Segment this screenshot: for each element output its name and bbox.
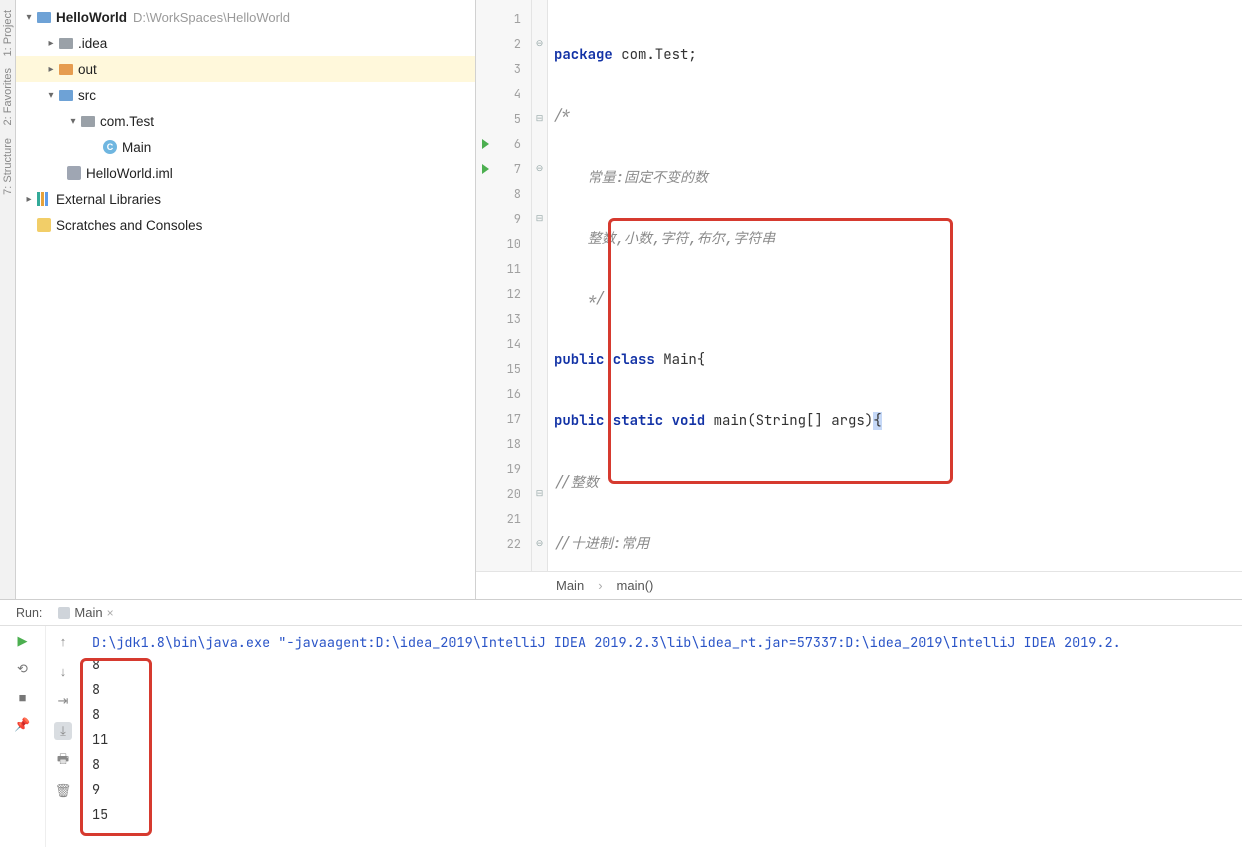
iml-icon bbox=[66, 165, 82, 181]
scratches-icon bbox=[36, 217, 52, 233]
console-output-line: 8 bbox=[92, 702, 1230, 727]
console-output[interactable]: D:\jdk1.8\bin\java.exe "-javaagent:D:\id… bbox=[80, 626, 1242, 847]
console-output-line: 8 bbox=[92, 677, 1230, 702]
tree-node-main-class[interactable]: C Main bbox=[16, 134, 475, 160]
run-tab[interactable]: Main × bbox=[52, 603, 119, 622]
console-output-line: 8 bbox=[92, 752, 1230, 777]
console-command-line: D:\jdk1.8\bin\java.exe "-javaagent:D:\id… bbox=[92, 634, 1230, 652]
source-folder-icon bbox=[58, 87, 74, 103]
run-config-icon bbox=[58, 607, 70, 619]
run-toolbar-secondary: ↑ ↓ ⇥ ⤓ 🖶 🗑 bbox=[46, 626, 80, 847]
breadcrumb-method[interactable]: main() bbox=[617, 578, 654, 593]
chevron-right-icon: › bbox=[598, 578, 602, 593]
editor-pane: 12345 678910 1112131415 1617181920 2122 … bbox=[476, 0, 1242, 599]
chevron-down-icon[interactable]: ▾ bbox=[22, 10, 36, 24]
soft-wrap-button[interactable]: ⇥ bbox=[54, 692, 72, 710]
tree-node-scratches[interactable]: Scratches and Consoles bbox=[16, 212, 475, 238]
sidebar-tab-structure[interactable]: 7: Structure bbox=[2, 138, 14, 195]
tree-node-out[interactable]: ▸ out bbox=[16, 56, 475, 82]
run-panel-header: Run: Main × bbox=[0, 600, 1242, 626]
tree-label: HelloWorld bbox=[56, 10, 127, 25]
run-label: Run: bbox=[16, 606, 42, 620]
console-output-line: 9 bbox=[92, 777, 1230, 802]
close-icon[interactable]: × bbox=[107, 606, 114, 620]
run-toolbar-primary: ▶ ⟲ ■ 📌 bbox=[0, 626, 46, 847]
class-icon: C bbox=[102, 139, 118, 155]
chevron-right-icon[interactable]: ▸ bbox=[44, 36, 58, 50]
scroll-to-end-button[interactable]: ⤓ bbox=[54, 722, 72, 740]
run-button[interactable]: ▶ bbox=[14, 632, 32, 650]
breadcrumb-class[interactable]: Main bbox=[556, 578, 584, 593]
tree-node-src[interactable]: ▾ src bbox=[16, 82, 475, 108]
tree-node-external-libs[interactable]: ▸ External Libraries bbox=[16, 186, 475, 212]
sidebar-tab-favorites[interactable]: 2: Favorites bbox=[2, 68, 14, 125]
module-icon bbox=[36, 9, 52, 25]
chevron-down-icon[interactable]: ▾ bbox=[66, 114, 80, 128]
clear-button[interactable]: 🗑 bbox=[54, 782, 72, 800]
tree-node-package[interactable]: ▾ com.Test bbox=[16, 108, 475, 134]
sidebar-tab-project[interactable]: 1: Project bbox=[2, 10, 14, 56]
pin-button[interactable]: 📌 bbox=[14, 716, 32, 734]
chevron-right-icon[interactable]: ▸ bbox=[22, 192, 36, 206]
tree-node-idea[interactable]: ▸ .idea bbox=[16, 30, 475, 56]
fold-strip[interactable]: ⊖⊟ ⊖⊟ ⊟ ⊖ bbox=[532, 0, 548, 571]
folder-icon bbox=[58, 61, 74, 77]
console-output-line: 8 bbox=[92, 652, 1230, 677]
breadcrumb-bar[interactable]: Main › main() bbox=[476, 571, 1242, 599]
print-button[interactable]: 🖶 bbox=[54, 752, 72, 770]
project-tree[interactable]: ▾ HelloWorld D:\WorkSpaces\HelloWorld ▸ … bbox=[16, 0, 476, 599]
chevron-down-icon[interactable]: ▾ bbox=[44, 88, 58, 102]
down-stack-button[interactable]: ↓ bbox=[54, 662, 72, 680]
left-tool-strip: 1: Project 2: Favorites 7: Structure bbox=[0, 0, 16, 599]
up-stack-button[interactable]: ↑ bbox=[54, 632, 72, 650]
stop-button[interactable]: ■ bbox=[14, 688, 32, 706]
code-editor[interactable]: package com.Test; /* 常量:固定不变的数 整数,小数,字符,… bbox=[548, 0, 1242, 571]
tree-path: D:\WorkSpaces\HelloWorld bbox=[133, 10, 290, 25]
tree-root[interactable]: ▾ HelloWorld D:\WorkSpaces\HelloWorld bbox=[16, 4, 475, 30]
console-output-line: 11 bbox=[92, 727, 1230, 752]
line-number-gutter[interactable]: 12345 678910 1112131415 1617181920 2122 bbox=[476, 0, 532, 571]
folder-icon bbox=[58, 35, 74, 51]
chevron-right-icon[interactable]: ▸ bbox=[44, 62, 58, 76]
package-icon bbox=[80, 113, 96, 129]
console-output-line: 15 bbox=[92, 802, 1230, 827]
run-panel: Run: Main × ▶ ⟲ ■ 📌 ↑ ↓ ⇥ ⤓ 🖶 🗑 D:\jdk1.… bbox=[0, 599, 1242, 847]
libraries-icon bbox=[36, 191, 52, 207]
rerun-button[interactable]: ⟲ bbox=[14, 660, 32, 678]
tree-node-iml[interactable]: HelloWorld.iml bbox=[16, 160, 475, 186]
